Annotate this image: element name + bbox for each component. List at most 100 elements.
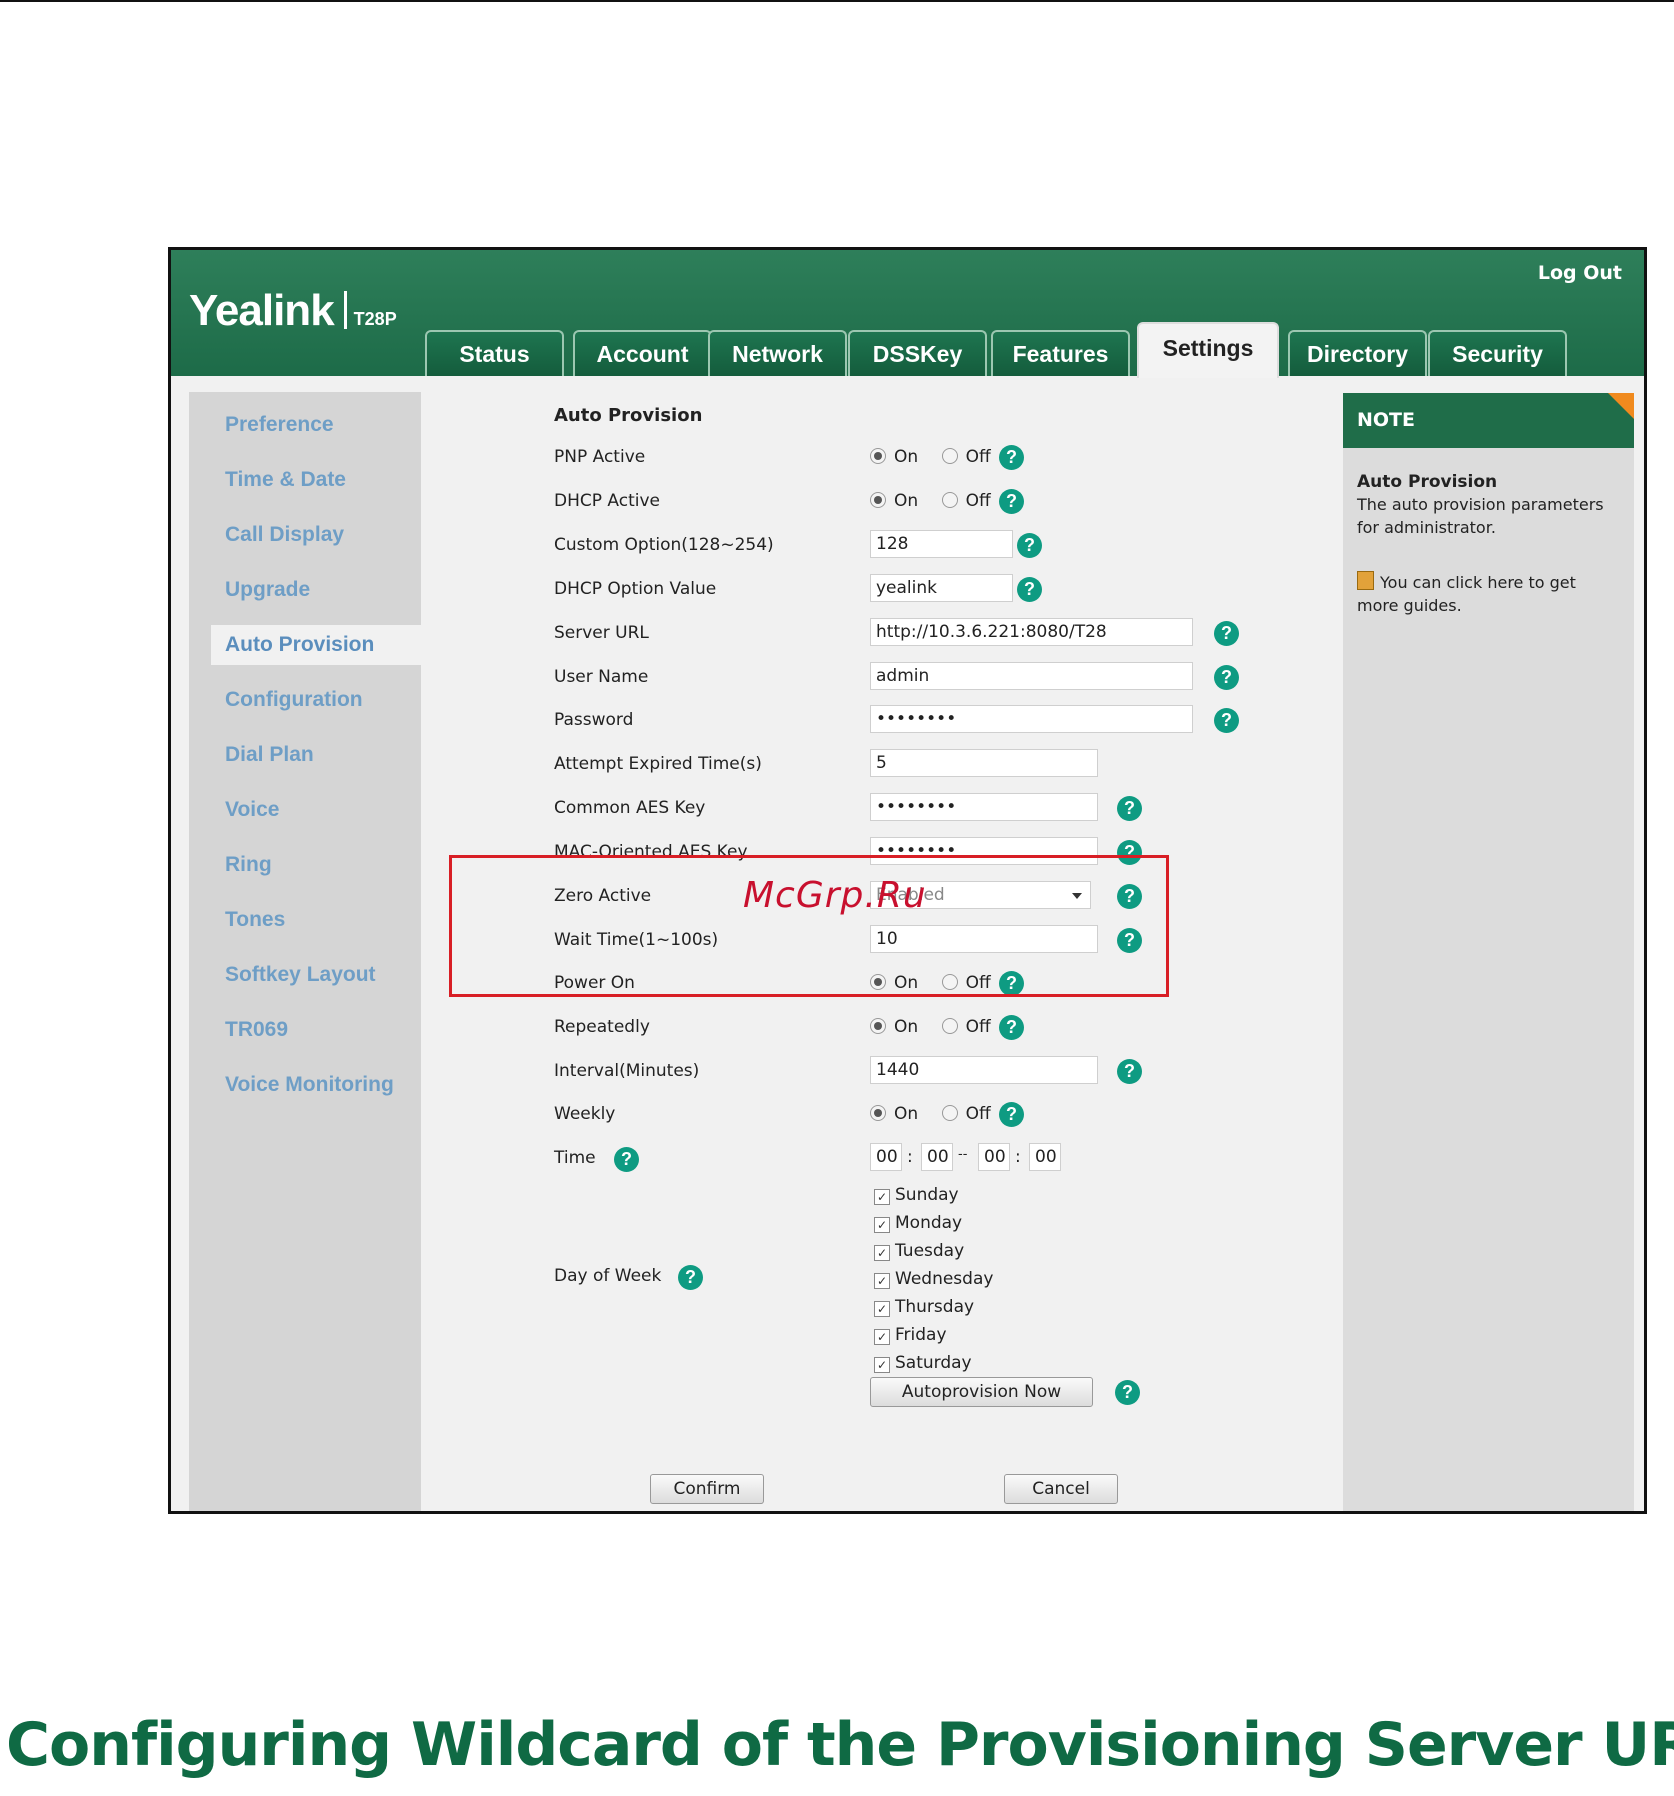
user-name-label: User Name (554, 667, 649, 687)
help-icon[interactable]: ? (999, 1102, 1024, 1127)
pnp-on-label: On (894, 447, 919, 467)
day-checkbox-sunday[interactable]: ✓ Sunday (874, 1185, 959, 1205)
server-url-input[interactable]: http://10.3.6.221:8080/T28 (870, 618, 1193, 646)
sidebar-item-softkey-layout[interactable]: Softkey Layout (225, 963, 376, 987)
time-start-minute-input[interactable]: 00 (921, 1143, 953, 1171)
confirm-button[interactable]: Confirm (650, 1474, 764, 1504)
sidebar-item-auto-provision[interactable]: Auto Provision (211, 625, 453, 665)
note-guide-text: You can click here to get more guides. (1357, 573, 1576, 615)
settings-sidebar: Preference Time & Date Call Display Upgr… (189, 392, 453, 1511)
server-url-label: Server URL (554, 623, 649, 643)
weekly-label: Weekly (554, 1104, 616, 1124)
sidebar-item-dial-plan[interactable]: Dial Plan (225, 743, 314, 767)
tab-features[interactable]: Features (991, 330, 1130, 376)
tab-network[interactable]: Network (708, 330, 847, 376)
time-dash: -- (958, 1147, 968, 1162)
time-start-hour-input[interactable]: 00 (870, 1143, 902, 1171)
help-icon[interactable]: ? (999, 445, 1024, 470)
checkbox-checked-icon: ✓ (874, 1357, 890, 1373)
sidebar-item-time-date[interactable]: Time & Date (225, 468, 346, 492)
day-checkbox-tuesday[interactable]: ✓ Tuesday (874, 1241, 964, 1261)
attempt-expired-input[interactable]: 5 (870, 749, 1098, 777)
sidebar-item-tr069[interactable]: TR069 (225, 1018, 288, 1042)
help-icon[interactable]: ? (1117, 796, 1142, 821)
pnp-off-radio[interactable] (941, 448, 958, 464)
tab-account[interactable]: Account (573, 330, 712, 376)
sidebar-item-upgrade[interactable]: Upgrade (225, 578, 310, 602)
help-icon[interactable]: ? (1214, 708, 1239, 733)
dhcp-active-radios: On Off (870, 491, 1009, 511)
user-name-input[interactable]: admin (870, 662, 1193, 690)
time-colon: : (1015, 1147, 1021, 1167)
repeatedly-off-radio[interactable] (941, 1018, 958, 1034)
time-colon: : (907, 1147, 913, 1167)
weekly-on-radio[interactable] (870, 1105, 886, 1121)
repeatedly-label: Repeatedly (554, 1017, 650, 1037)
repeatedly-on-radio[interactable] (870, 1018, 886, 1034)
section-title: Auto Provision (554, 405, 703, 426)
checkbox-checked-icon: ✓ (874, 1189, 890, 1205)
day-checkbox-friday[interactable]: ✓ Friday (874, 1325, 947, 1345)
day-checkbox-wednesday[interactable]: ✓ Wednesday (874, 1269, 993, 1289)
weekly-radios: On Off (870, 1104, 1009, 1124)
sidebar-item-ring[interactable]: Ring (225, 853, 272, 877)
page-heading: Configuring Wildcard of the Provisioning… (6, 1710, 1674, 1780)
pnp-on-radio[interactable] (870, 448, 886, 464)
note-panel: NOTE Auto Provision The auto provision p… (1343, 393, 1634, 1511)
tab-directory[interactable]: Directory (1288, 330, 1427, 376)
day-label: Wednesday (895, 1269, 994, 1289)
help-icon[interactable]: ? (999, 1015, 1024, 1040)
sidebar-item-voice[interactable]: Voice (225, 798, 279, 822)
tab-settings[interactable]: Settings (1137, 322, 1279, 378)
time-end-minute-input[interactable]: 00 (1029, 1143, 1061, 1171)
interval-label: Interval(Minutes) (554, 1061, 700, 1081)
sidebar-item-configuration[interactable]: Configuration (225, 688, 363, 712)
day-of-week-label: Day of Week (554, 1266, 662, 1286)
day-checkbox-thursday[interactable]: ✓ Thursday (874, 1297, 974, 1317)
help-icon[interactable]: ? (1117, 1059, 1142, 1084)
dhcp-active-label: DHCP Active (554, 491, 660, 511)
help-icon[interactable]: ? (1017, 577, 1042, 602)
help-icon[interactable]: ? (1214, 621, 1239, 646)
tab-dsskey[interactable]: DSSKey (848, 330, 987, 376)
weekly-off-label: Off (965, 1104, 991, 1124)
help-icon[interactable]: ? (1115, 1380, 1140, 1405)
time-label: Time (554, 1148, 596, 1168)
pnp-active-label: PNP Active (554, 447, 646, 467)
tab-status[interactable]: Status (425, 330, 564, 376)
help-icon[interactable]: ? (1017, 533, 1042, 558)
book-icon (1357, 571, 1374, 590)
help-icon[interactable]: ? (678, 1265, 703, 1290)
note-guide-link[interactable]: You can click here to get more guides. (1357, 571, 1619, 617)
cancel-button[interactable]: Cancel (1004, 1474, 1118, 1504)
pnp-active-radios: On Off (870, 447, 1009, 467)
interval-input[interactable]: 1440 (870, 1056, 1098, 1084)
sidebar-item-preference[interactable]: Preference (225, 413, 334, 437)
day-checkbox-monday[interactable]: ✓ Monday (874, 1213, 962, 1233)
weekly-on-label: On (894, 1104, 919, 1124)
day-checkbox-saturday[interactable]: ✓ Saturday (874, 1353, 972, 1373)
sidebar-item-call-display[interactable]: Call Display (225, 523, 344, 547)
pnp-off-label: Off (965, 447, 991, 467)
dhcp-on-label: On (894, 491, 919, 511)
yealink-logo: Yealink T28P (189, 286, 397, 336)
tab-security[interactable]: Security (1428, 330, 1567, 376)
attempt-expired-label: Attempt Expired Time(s) (554, 754, 762, 774)
help-icon[interactable]: ? (614, 1147, 639, 1172)
logout-link[interactable]: Log Out (1538, 262, 1622, 284)
weekly-off-radio[interactable] (941, 1105, 958, 1121)
autoprovision-now-button[interactable]: Autoprovision Now (870, 1377, 1093, 1407)
help-icon[interactable]: ? (999, 489, 1024, 514)
custom-option-input[interactable]: 128 (870, 530, 1013, 558)
common-aes-input[interactable]: •••••••• (870, 793, 1098, 821)
dhcp-option-value-input[interactable]: yealink (870, 574, 1013, 602)
help-icon[interactable]: ? (1214, 665, 1239, 690)
dhcp-on-radio[interactable] (870, 492, 886, 508)
sidebar-item-tones[interactable]: Tones (225, 908, 285, 932)
dhcp-off-radio[interactable] (941, 492, 958, 508)
model-label: T28P (353, 309, 397, 329)
sidebar-item-voice-monitoring[interactable]: Voice Monitoring (225, 1073, 394, 1097)
password-input[interactable]: •••••••• (870, 705, 1193, 733)
time-end-hour-input[interactable]: 00 (978, 1143, 1010, 1171)
common-aes-label: Common AES Key (554, 798, 706, 818)
